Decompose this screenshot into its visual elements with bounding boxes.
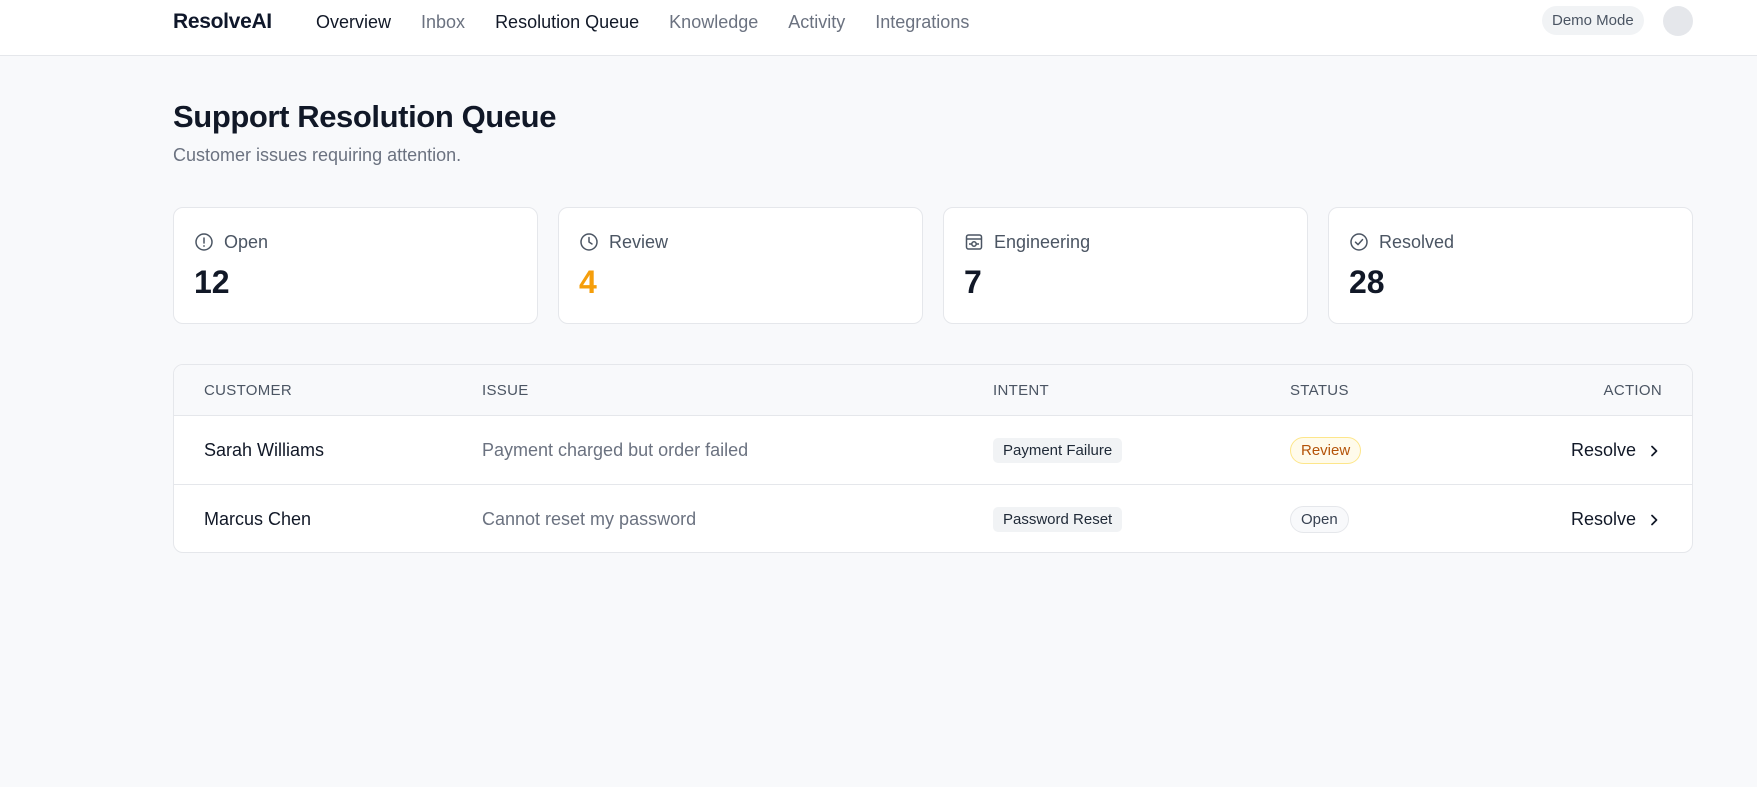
column-header-action: ACTION: [1603, 382, 1662, 399]
column-header-issue: ISSUE: [482, 382, 529, 399]
status-badge: Review: [1290, 437, 1362, 464]
alert-circle-icon: [195, 233, 213, 251]
page-title: Support Resolution Queue: [173, 99, 557, 134]
resolve-button[interactable]: Resolve: [1571, 416, 1662, 485]
clock-icon: [580, 233, 598, 251]
column-header-status: STATUS: [1290, 382, 1349, 399]
resolve-label: Resolve: [1571, 440, 1637, 460]
chevron-right-icon: [1651, 445, 1658, 456]
resolve-button[interactable]: Resolve: [1571, 485, 1662, 552]
nav-item-knowledge[interactable]: Knowledge: [669, 12, 758, 33]
resolution-queue-table: CUSTOMER ISSUE INTENT STATUS ACTION Sara…: [173, 364, 1693, 553]
stat-label: Engineering: [994, 232, 1091, 252]
customer-name: Sarah Williams: [204, 440, 325, 460]
check-circle-icon: [1350, 233, 1368, 251]
stat-value: 4: [579, 264, 597, 300]
demo-mode-badge[interactable]: Demo Mode: [1542, 6, 1644, 35]
top-navigation-bar: ResolveAI Overview Inbox Resolution Queu…: [0, 0, 1757, 56]
stat-label: Resolved: [1379, 232, 1455, 252]
stat-value: 12: [194, 264, 230, 300]
page-subtitle: Customer issues requiring attention.: [173, 145, 462, 165]
table-row: Sarah Williams Payment charged but order…: [174, 416, 1692, 485]
stat-label: Review: [609, 232, 669, 252]
avatar[interactable]: [1663, 6, 1693, 36]
nav-item-overview[interactable]: Overview: [316, 12, 391, 33]
status-badge: Open: [1290, 506, 1349, 533]
stat-card-resolved: Resolved 28: [1328, 207, 1693, 324]
column-header-customer: CUSTOMER: [204, 382, 292, 399]
nav-item-activity[interactable]: Activity: [788, 12, 845, 33]
issue-text: Payment charged but order failed: [482, 440, 749, 460]
resolve-label: Resolve: [1571, 509, 1637, 529]
issue-text: Cannot reset my password: [482, 509, 697, 529]
customer-name: Marcus Chen: [204, 509, 312, 529]
nav-item-resolution-queue[interactable]: Resolution Queue: [495, 12, 639, 33]
nav-item-integrations[interactable]: Integrations: [875, 12, 969, 33]
main-nav: Overview Inbox Resolution Queue Knowledg…: [316, 12, 999, 33]
chevron-right-icon: [1651, 514, 1658, 525]
stat-card-open: Open 12: [173, 207, 538, 324]
brand-logo[interactable]: ResolveAI: [173, 10, 272, 34]
intent-tag: Payment Failure: [993, 438, 1123, 463]
stat-value: 28: [1349, 264, 1385, 300]
stat-card-review: Review 4: [558, 207, 923, 324]
nav-item-inbox[interactable]: Inbox: [421, 12, 465, 33]
stat-label: Open: [224, 232, 269, 252]
stat-value: 7: [964, 264, 982, 300]
intent-tag: Password Reset: [993, 507, 1123, 532]
column-header-intent: INTENT: [993, 382, 1049, 399]
stat-card-engineering: Engineering 7: [943, 207, 1308, 324]
table-header: CUSTOMER ISSUE INTENT STATUS ACTION: [174, 365, 1692, 416]
server-icon: [965, 234, 983, 250]
table-row: Marcus Chen Cannot reset my password Pas…: [174, 485, 1692, 552]
